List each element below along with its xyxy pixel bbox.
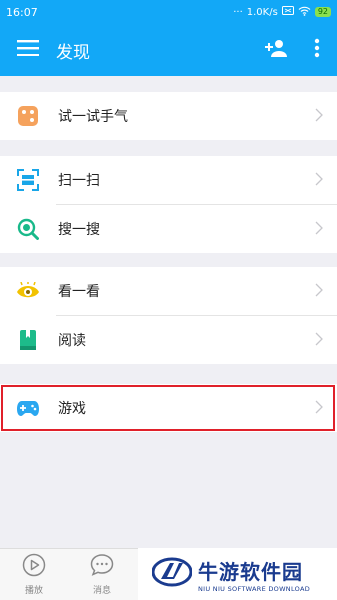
status-time: 16:07	[6, 5, 38, 19]
nav-item-play[interactable]: 播放	[0, 549, 68, 600]
page-title: 发现	[56, 42, 90, 63]
scan-icon	[16, 168, 40, 192]
book-icon	[16, 328, 40, 352]
status-bar: 16:07 ··· 1.0K/s 92	[0, 0, 337, 24]
list-item-label: 搜一搜	[58, 222, 100, 238]
chevron-right-icon	[315, 399, 323, 418]
list-item-try-luck[interactable]: 试一试手气	[0, 92, 337, 140]
chevron-right-icon	[315, 331, 323, 350]
signal-dots: ···	[233, 6, 243, 18]
battery-indicator: 92	[314, 7, 331, 17]
chevron-right-icon	[315, 107, 323, 126]
group-scan-search: 扫一扫 搜一搜	[0, 156, 337, 253]
message-icon	[90, 553, 114, 580]
more-button[interactable]	[297, 24, 337, 76]
watermark-text: 牛游软件园 NIU NIU SOFTWARE DOWNLOAD	[198, 556, 310, 593]
gamepad-icon	[16, 396, 40, 420]
list-item-search[interactable]: 搜一搜	[0, 205, 337, 253]
watermark-logo-icon	[151, 557, 193, 591]
wifi-icon	[298, 6, 311, 19]
more-vert-icon	[314, 38, 320, 62]
eye-icon	[16, 279, 40, 303]
sim-icon	[281, 6, 294, 18]
add-person-icon	[265, 39, 289, 61]
group-luck: 试一试手气	[0, 92, 337, 140]
search-icon	[16, 217, 40, 241]
list-item-label: 看一看	[58, 284, 100, 300]
list-item-label: 试一试手气	[58, 109, 128, 125]
list-item-read[interactable]: 阅读	[0, 316, 337, 364]
chevron-right-icon	[315, 220, 323, 239]
list-item-look[interactable]: 看一看	[0, 267, 337, 315]
nav-item-label: 播放	[24, 586, 43, 596]
nav-item-message[interactable]: 消息	[68, 549, 136, 600]
app-bar: 发现	[0, 24, 337, 76]
status-right: ··· 1.0K/s 92	[233, 6, 331, 19]
network-speed: 1.0K/s	[246, 6, 278, 18]
watermark-title: 牛游软件园	[198, 559, 303, 584]
hamburger-icon	[17, 40, 39, 60]
dice-icon	[16, 104, 40, 128]
chevron-right-icon	[315, 171, 323, 190]
list-item-label: 阅读	[58, 333, 86, 349]
play-icon	[22, 553, 46, 580]
watermark-subtitle: NIU NIU SOFTWARE DOWNLOAD	[198, 584, 311, 593]
list-item-label: 游戏	[58, 401, 86, 417]
list-item-game[interactable]: 游戏	[0, 384, 337, 432]
group-game: 游戏	[0, 384, 337, 432]
menu-button[interactable]	[0, 24, 56, 76]
nav-item-label: 消息	[92, 586, 111, 596]
watermark: 牛游软件园 NIU NIU SOFTWARE DOWNLOAD	[138, 548, 337, 600]
list-item-scan[interactable]: 扫一扫	[0, 156, 337, 204]
chevron-right-icon	[315, 282, 323, 301]
list-item-label: 扫一扫	[58, 173, 100, 189]
group-look-read: 看一看 阅读	[0, 267, 337, 364]
add-friend-button[interactable]	[257, 24, 297, 76]
